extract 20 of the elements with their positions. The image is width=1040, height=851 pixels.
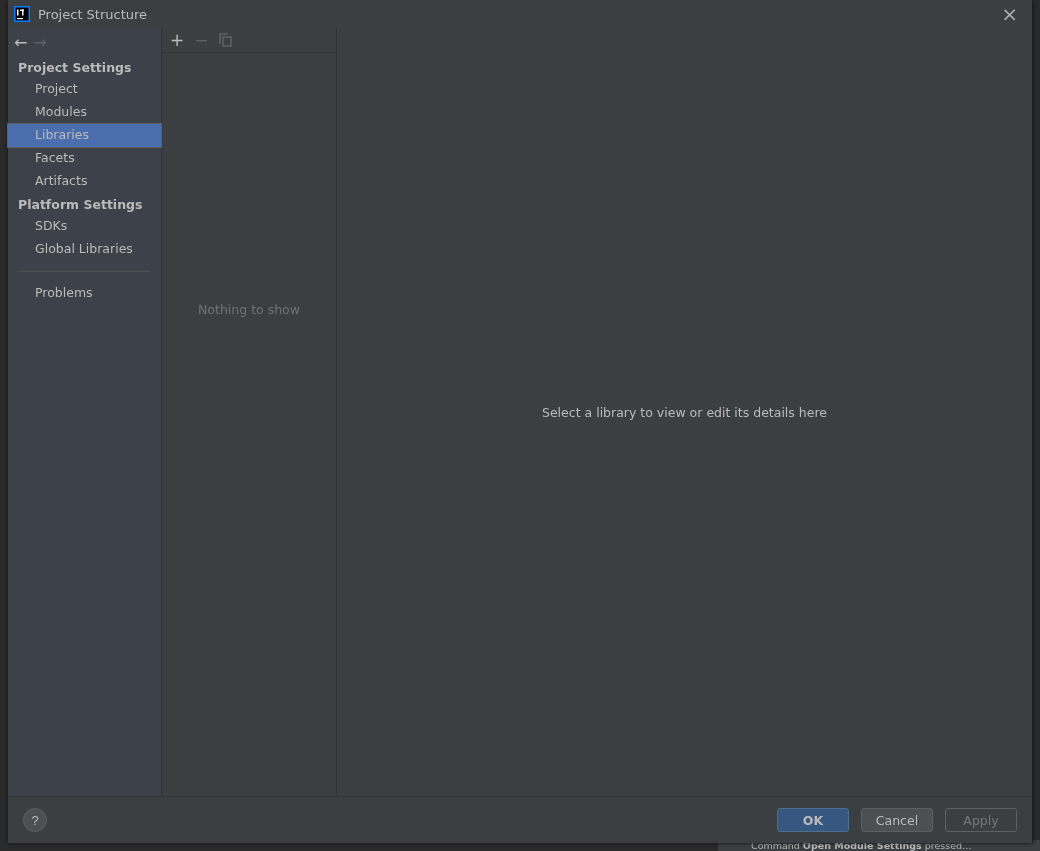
section-heading: Platform Settings [17,196,144,214]
sidebar-item[interactable]: SDKs [8,215,161,238]
ok-button[interactable]: OK [777,808,849,832]
sidebar-item[interactable]: Modules [8,101,161,124]
sidebar-item[interactable]: Problems [8,282,161,305]
sidebar-item[interactable]: Artifacts [8,170,161,193]
dialog-button[interactable]: Cancel [861,808,933,832]
empty-detail-text: Select a library to view or edit its details here [542,404,827,420]
help-button[interactable]: ? [23,808,47,832]
section-heading: Project Settings [17,59,133,77]
copy-icon [218,33,232,47]
window-title: Project Structure [38,6,149,22]
back-button[interactable]: ← [14,32,28,52]
sidebar-item[interactable]: Global Libraries [8,238,161,261]
sidebar-item[interactable]: Project [8,78,161,101]
close-button[interactable]: × [997,2,1022,26]
add-button[interactable]: + [170,31,185,49]
sidebar-item[interactable]: Libraries [8,124,161,147]
app-logo-icon [14,6,30,22]
sidebar-item[interactable]: Facets [8,147,161,170]
